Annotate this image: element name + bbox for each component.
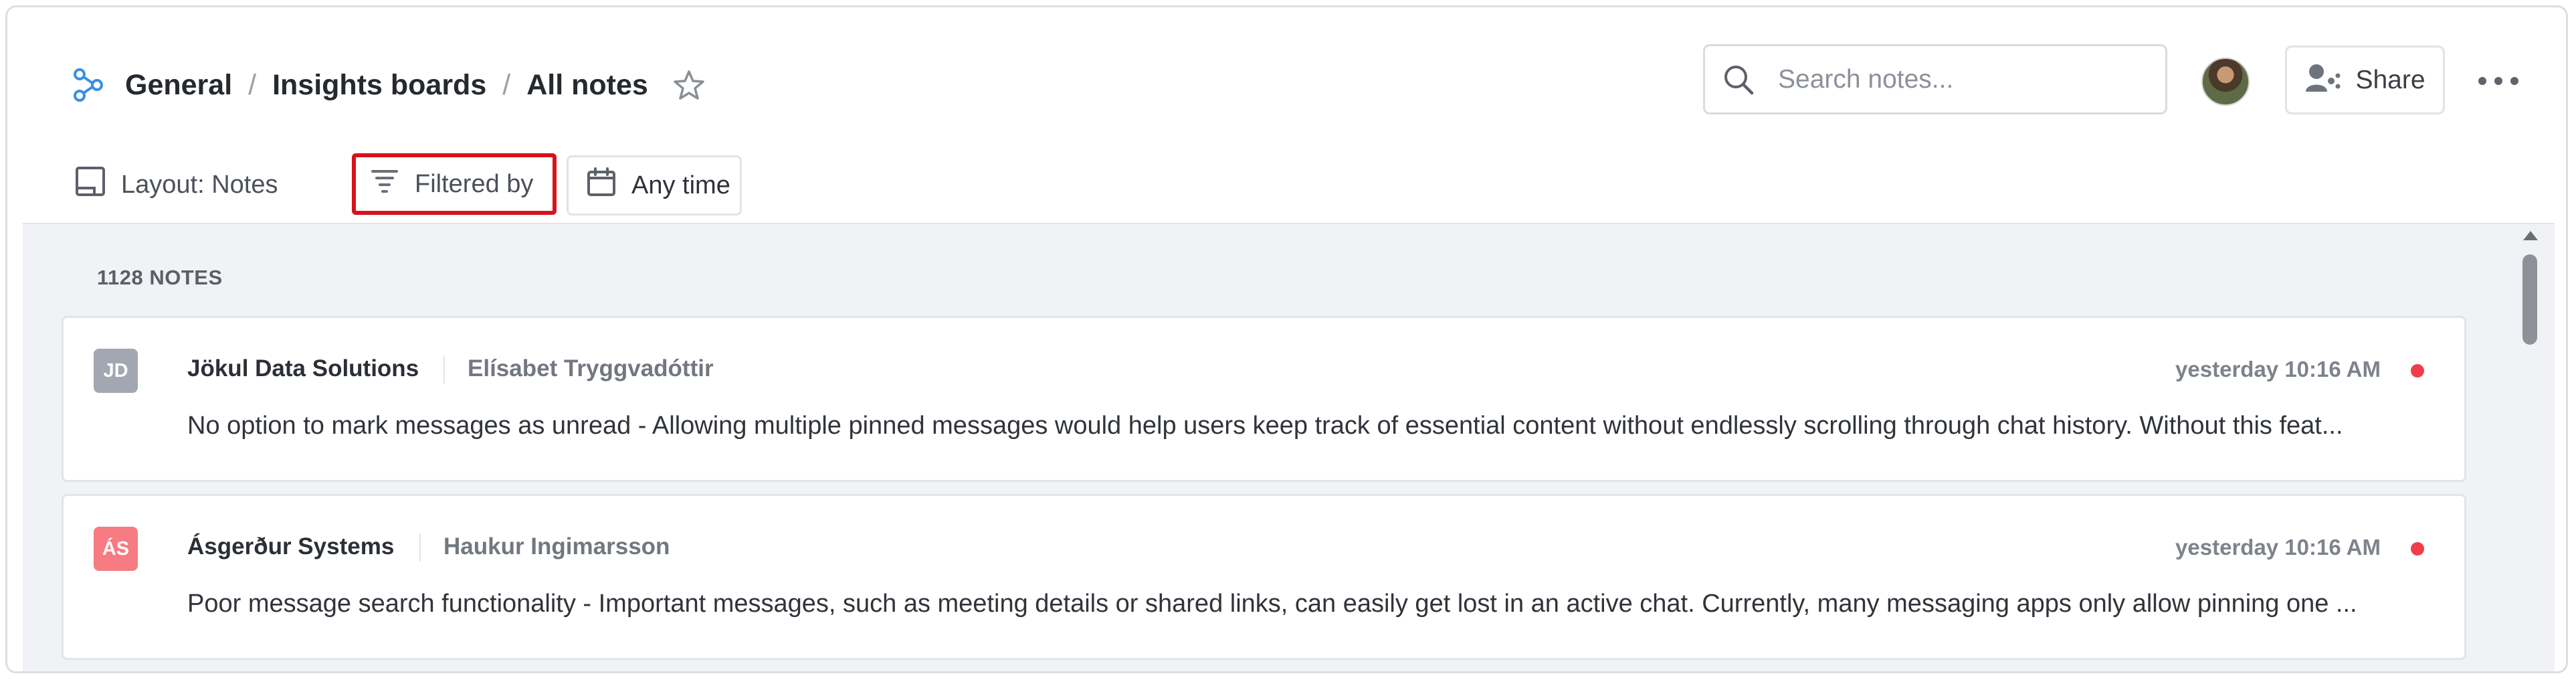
search-box[interactable]	[1703, 44, 2167, 114]
filter-icon	[369, 165, 400, 203]
filter-button[interactable]: Filtered by	[352, 153, 557, 215]
scroll-thumb[interactable]	[2522, 254, 2537, 345]
unread-dot-icon	[2411, 542, 2424, 556]
company-badge: JD	[94, 349, 138, 393]
scrollbar[interactable]	[2520, 224, 2540, 671]
breadcrumb-item-all-notes: All notes	[526, 68, 648, 101]
share-button[interactable]: Share	[2285, 46, 2445, 114]
more-dots-icon[interactable]	[2478, 73, 2518, 89]
filter-label: Filtered by	[415, 169, 534, 198]
scroll-up-arrow-icon[interactable]	[2523, 231, 2538, 240]
layout-button[interactable]: Layout: Notes	[74, 165, 278, 205]
share-icon	[2304, 61, 2341, 100]
note-company[interactable]: Jökul Data Solutions	[187, 355, 419, 382]
note-person[interactable]: Elísabet Tryggvadóttir	[468, 355, 714, 382]
note-company[interactable]: Ásgerður Systems	[187, 533, 394, 560]
note-card[interactable]: ÁS Ásgerður Systems Haukur Ingimarsson y…	[62, 494, 2466, 660]
notes-list-area: 1128 NOTES JD Jökul Data Solutions Elísa…	[23, 223, 2555, 671]
avatar[interactable]	[2201, 58, 2250, 106]
layout-icon	[74, 165, 106, 204]
note-card[interactable]: JD Jökul Data Solutions Elísabet Tryggva…	[62, 316, 2466, 482]
breadcrumb-separator: /	[502, 68, 511, 101]
company-badge: ÁS	[94, 527, 138, 571]
note-text: Poor message search functionality - Impo…	[187, 590, 2357, 618]
time-range-label: Any time	[631, 171, 730, 199]
breadcrumb-separator: /	[248, 68, 257, 101]
note-text: No option to mark messages as unread - A…	[187, 412, 2343, 440]
breadcrumb-item-general[interactable]: General	[125, 69, 232, 102]
layout-label: Layout: Notes	[121, 170, 278, 199]
share-label: Share	[2355, 65, 2425, 94]
breadcrumb-item-insights-boards[interactable]: Insights boards	[272, 69, 486, 102]
note-timestamp: yesterday 10:16 AM	[2175, 357, 2381, 381]
breadcrumb: General / Insights boards / All notes	[69, 64, 711, 106]
notes-count: 1128 NOTES	[97, 266, 223, 289]
calendar-icon	[586, 167, 617, 204]
note-person[interactable]: Haukur Ingimarsson	[443, 533, 670, 560]
divider	[443, 355, 445, 384]
search-icon	[1722, 63, 1762, 96]
note-timestamp: yesterday 10:16 AM	[2175, 535, 2381, 560]
search-input[interactable]	[1777, 64, 2154, 95]
insights-logo-icon	[69, 65, 109, 105]
divider	[419, 533, 421, 562]
unread-dot-icon	[2411, 364, 2424, 377]
star-icon[interactable]	[672, 66, 711, 104]
time-range-button[interactable]: Any time	[567, 155, 742, 216]
app-window: General / Insights boards / All notes Se…	[5, 5, 2568, 673]
